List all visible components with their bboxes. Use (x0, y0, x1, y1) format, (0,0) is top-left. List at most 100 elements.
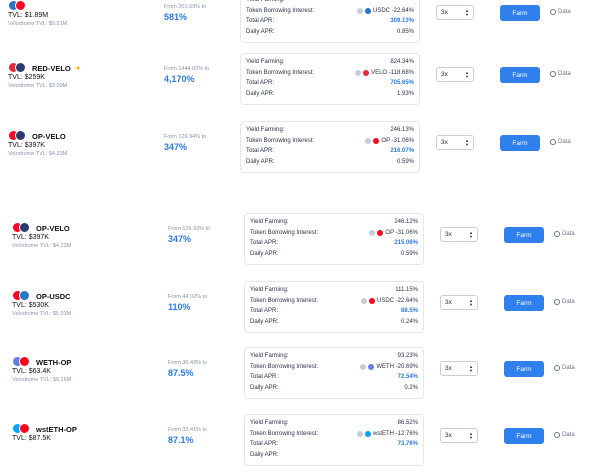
token-icon (365, 137, 372, 144)
daily-label: Daily APR: (250, 251, 279, 258)
data-link[interactable]: Data (554, 299, 575, 305)
stepper-arrows-icon: ▲ ▼ (469, 363, 473, 373)
leverage-select[interactable]: 3x ▲ ▼ (440, 295, 478, 310)
daily-label: Daily APR: (250, 319, 279, 326)
pool-name: RED-VELO (32, 63, 71, 73)
farm-button[interactable]: Farm (500, 135, 540, 151)
velodrome-tvl: Velodrome TVL: $9.16M (12, 377, 72, 383)
apr-breakdown: Yield Farming: 111.15% Token Borrowing In… (244, 281, 424, 333)
total-label: Total APR: (246, 18, 275, 25)
apr-from-label: From 36.43% to (168, 360, 208, 366)
apr-breakdown: Yield Farming: 86.52% Token Borrowing Int… (244, 414, 424, 466)
yield-label: Yield Farming: (250, 353, 289, 360)
token-pair-icon (8, 0, 28, 12)
data-link[interactable]: Data (554, 365, 575, 371)
pool-name: OP-VELO (32, 131, 66, 141)
yield-value: 111.15% (395, 287, 418, 294)
token-icon (377, 229, 384, 236)
token-pair-icon (12, 222, 32, 234)
farm-button[interactable]: Farm (500, 5, 540, 21)
total-label: Total APR: (250, 374, 279, 381)
velodrome-tvl: Velodrome TVL: $5.03M (12, 311, 72, 317)
borrow-value: OP -31.06% (381, 137, 414, 144)
farm-button[interactable]: Farm (504, 227, 544, 243)
daily-value: 0.85% (396, 29, 414, 36)
pool-name: OP-VELO (36, 223, 70, 233)
borrow-value: VELO -118.68% (371, 69, 414, 76)
farm-button[interactable]: Farm (504, 361, 544, 377)
borrow-value: USDC -22.64% (372, 7, 414, 14)
leverage-select[interactable]: 3x ▲ ▼ (440, 361, 478, 376)
total-value: 216.07% (390, 148, 414, 155)
data-link[interactable]: Data (550, 71, 571, 77)
yield-label: Yield Farming: (246, 0, 285, 4)
farm-row: wstETH-OP TVL: $87.5K From 33.41% to 87.… (0, 411, 600, 473)
farm-button[interactable]: Farm (504, 295, 544, 311)
sparkle-icon: ✦ (74, 63, 82, 73)
total-label: Total APR: (250, 441, 279, 448)
velodrome-tvl: Velodrome TVL: $3.09M (8, 83, 68, 89)
farm-button[interactable]: Farm (500, 67, 540, 83)
borrow-label: Token Borrowing Interest: (250, 430, 319, 437)
velodrome-tvl: Velodrome TVL: $4.23M (8, 151, 68, 157)
data-label: Data (562, 365, 575, 371)
daily-label: Daily APR: (246, 29, 275, 36)
yield-label: Yield Farming: (246, 59, 285, 66)
farm-row: OP-USDC TVL: $530K Velodrome TVL: $5.03M… (0, 278, 600, 340)
apr-breakdown: Yield Farming: 824.34% Token Borrowing In… (240, 53, 420, 105)
apr-from-label: From 1444.83% to (164, 66, 210, 72)
history-icon (554, 365, 560, 371)
apr-from-label: From 44.02% to (168, 294, 208, 300)
pool-tvl: TVL: $63.4K (12, 368, 51, 375)
daily-label: Daily APR: (246, 159, 275, 166)
daily-label: Daily APR: (250, 385, 279, 392)
stepper-arrows-icon: ▲ ▼ (465, 7, 469, 17)
data-link[interactable]: Data (554, 432, 575, 438)
velodrome-tvl: Velodrome TVL: $4.23M (12, 243, 72, 249)
pool-pair: wstETH-OP (12, 423, 77, 435)
leverage-select[interactable]: 3x ▲ ▼ (436, 5, 474, 20)
leverage-select[interactable]: 3x ▲ ▼ (440, 428, 478, 443)
stepper-arrows-icon: ▲ ▼ (469, 297, 473, 307)
apr-breakdown: Yield Farming: 93.23% Token Borrowing Int… (244, 347, 424, 399)
farm-row: OP-VELO TVL: $397K Velodrome TVL: $4.23M… (0, 118, 600, 180)
yield-label: Yield Farming: (246, 127, 285, 134)
max-apr: 110% (168, 302, 191, 312)
pool-tvl: TVL: $87.5K (12, 435, 51, 442)
leverage-select[interactable]: 3x ▲ ▼ (436, 67, 474, 82)
borrow-value: OP -31.06% (385, 229, 418, 236)
total-label: Total APR: (246, 148, 275, 155)
farm-row: RED-VELO ✦ TVL: $259K Velodrome TVL: $3.… (0, 50, 600, 112)
leverage-value: 3x (445, 231, 452, 238)
token-icon (364, 430, 371, 437)
max-apr: 581% (164, 12, 188, 22)
yield-label: Yield Farming: (250, 287, 289, 294)
data-link[interactable]: Data (550, 9, 571, 15)
data-link[interactable]: Data (554, 231, 575, 237)
borrow-label: Token Borrowing Interest: (250, 363, 319, 370)
daily-value: 0.24% (400, 319, 418, 326)
pool-pair: WETH-OP (12, 356, 71, 368)
yield-label: Yield Farming: (250, 219, 289, 226)
yield-value: 86.52% (397, 420, 418, 427)
leverage-select[interactable]: 3x ▲ ▼ (440, 227, 478, 242)
leverage-value: 3x (445, 365, 452, 372)
max-apr: 87.5% (168, 368, 194, 378)
data-link[interactable]: Data (550, 139, 571, 145)
leverage-value: 3x (445, 299, 452, 306)
leverage-value: 3x (441, 71, 448, 78)
farm-row: TVL: $1.89M Velodrome TVL: $9.91M From 2… (0, 0, 600, 50)
max-apr: 347% (164, 142, 188, 152)
total-value: 72.54% (397, 374, 418, 381)
daily-value: 0.59% (400, 251, 418, 258)
farm-button[interactable]: Farm (504, 428, 544, 444)
daily-label: Daily APR: (246, 91, 275, 98)
token-icon (356, 430, 363, 437)
yield-value: 246.13% (390, 127, 414, 134)
token-pair-icon (12, 290, 32, 302)
leverage-select[interactable]: 3x ▲ ▼ (436, 135, 474, 150)
token-icon (373, 137, 380, 144)
token-icon (363, 69, 370, 76)
daily-value: 1.93% (396, 91, 414, 98)
borrow-label: Token Borrowing Interest: (250, 297, 319, 304)
